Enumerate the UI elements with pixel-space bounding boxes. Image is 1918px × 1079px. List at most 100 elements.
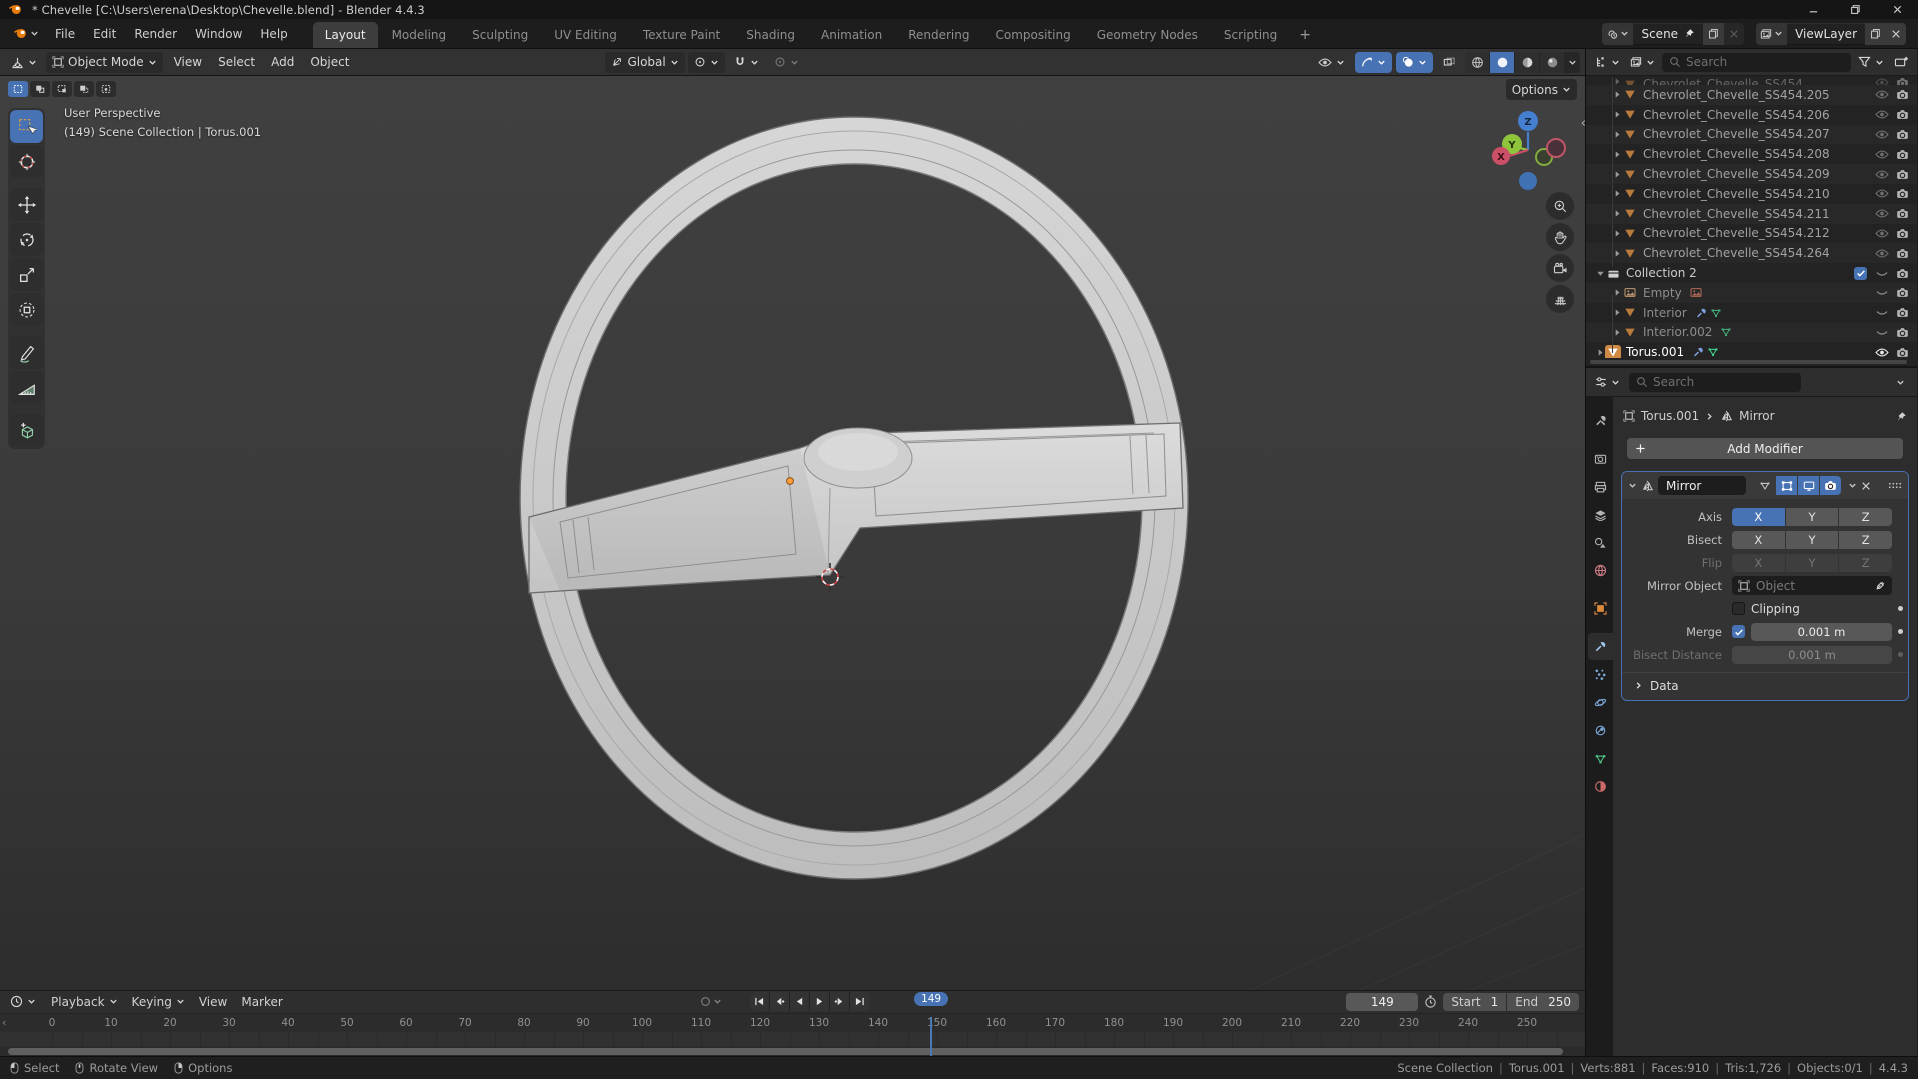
- outliner-row[interactable]: Chevrolet_Chevelle_SS454.210: [1586, 184, 1917, 204]
- navigation-gizmo[interactable]: Z Y X: [1489, 106, 1575, 198]
- shading-wireframe-button[interactable]: [1465, 51, 1489, 73]
- outliner-item-label[interactable]: Chevrolet_Chevelle_SS454.207: [1643, 127, 1830, 141]
- jump-end-button[interactable]: [850, 992, 869, 1012]
- outliner-item-label[interactable]: Chevrolet_Chevelle_SS454.264: [1643, 246, 1830, 260]
- camera-visibility-icon[interactable]: [1896, 268, 1909, 279]
- disclosure-right-icon[interactable]: [1613, 110, 1622, 119]
- outliner-item-label[interactable]: Chevrolet_Chevelle_SS454.211: [1643, 207, 1830, 221]
- outliner-row[interactable]: Empty: [1586, 283, 1917, 303]
- eye-dim-icon[interactable]: [1874, 149, 1889, 160]
- flip-z-button[interactable]: Z: [1839, 553, 1893, 572]
- timeline-collapse-arrow[interactable]: ‹: [2, 1016, 6, 1029]
- modifier-name-field[interactable]: Mirror: [1658, 476, 1746, 495]
- outliner-search-input[interactable]: Search: [1662, 52, 1851, 72]
- blender-app-menu[interactable]: [6, 22, 46, 46]
- axis-x-button[interactable]: X: [1732, 507, 1785, 526]
- properties-tab-physics[interactable]: [1588, 689, 1613, 716]
- minimize-button[interactable]: [1792, 0, 1834, 19]
- prev-keyframe-button[interactable]: [770, 992, 789, 1012]
- tab-uv-editing[interactable]: UV Editing: [542, 22, 629, 48]
- outliner-scrollbar[interactable]: [1590, 360, 1907, 364]
- viewlayer-new-button[interactable]: [1865, 22, 1886, 45]
- snap-toggle[interactable]: [728, 52, 765, 73]
- outliner-row[interactable]: Chevrolet_Chevelle_SS454.212: [1586, 224, 1917, 244]
- flip-x-button[interactable]: X: [1732, 553, 1785, 572]
- properties-tab-material[interactable]: [1588, 773, 1613, 800]
- camera-visibility-icon[interactable]: [1896, 89, 1909, 100]
- modifier-toggle-edit-mode[interactable]: [1776, 476, 1797, 495]
- modifier-toggle-realtime[interactable]: [1798, 476, 1819, 495]
- end-frame-field[interactable]: End 250: [1507, 992, 1579, 1011]
- camera-visibility-icon[interactable]: [1896, 109, 1909, 120]
- eye-closed-icon[interactable]: [1875, 327, 1889, 338]
- select-mode-3-button[interactable]: [52, 81, 72, 97]
- viewport-canvas[interactable]: User Perspective (149) Scene Collection …: [0, 76, 1585, 990]
- play-button[interactable]: [810, 992, 829, 1012]
- tool-move-button[interactable]: [10, 188, 43, 221]
- tool-measure-button[interactable]: [10, 371, 43, 404]
- outliner-row[interactable]: Chevrolet_Chevelle_SS454.209: [1586, 164, 1917, 184]
- outliner-row[interactable]: Interior.002: [1586, 323, 1917, 343]
- current-frame-field[interactable]: 149: [1346, 992, 1419, 1011]
- breadcrumb-modifier[interactable]: Mirror: [1739, 409, 1774, 423]
- camera-visibility-icon[interactable]: [1896, 228, 1909, 239]
- outliner-row[interactable]: Chevrolet_Chevelle_SS454.264: [1586, 243, 1917, 263]
- disclosure-right-icon[interactable]: [1613, 308, 1622, 317]
- eye-dim-icon[interactable]: [1874, 129, 1889, 140]
- disclosure-right-icon[interactable]: [1613, 328, 1622, 337]
- scene-unlink-button[interactable]: [1724, 22, 1745, 45]
- tool-transform-button[interactable]: [10, 293, 43, 326]
- nav-pan-button[interactable]: [1546, 223, 1574, 251]
- outliner-row[interactable]: Chevrolet_Chevelle_SS454.205: [1586, 85, 1917, 105]
- collection-exclude-checkbox[interactable]: [1854, 266, 1867, 280]
- outliner-item-label[interactable]: Chevrolet_Chevelle_SS454.209: [1643, 167, 1830, 181]
- shading-rendered-button[interactable]: [1540, 51, 1564, 73]
- playhead-frame-badge[interactable]: 149: [914, 992, 949, 1006]
- merge-threshold-field[interactable]: 0.001 m: [1751, 622, 1892, 641]
- nav-zoom-button[interactable]: [1546, 192, 1574, 220]
- outliner-item-label[interactable]: Chevrolet_Chevelle_SS454.212: [1643, 226, 1830, 240]
- menu-file[interactable]: File: [46, 22, 84, 46]
- properties-tab-view-layer[interactable]: [1588, 501, 1613, 528]
- close-button[interactable]: [1876, 0, 1918, 19]
- axis-y-button[interactable]: Y: [1785, 507, 1839, 526]
- tab-texture-paint[interactable]: Texture Paint: [631, 22, 732, 48]
- options-dropdown[interactable]: Options: [1505, 79, 1577, 100]
- outliner-item-label[interactable]: Chevrolet_Chevelle_SS454.206: [1643, 108, 1830, 122]
- eye-dim-icon[interactable]: [1874, 188, 1889, 199]
- viewport-menu-object[interactable]: Object: [302, 52, 357, 73]
- mirror-object-field[interactable]: Object: [1732, 576, 1892, 595]
- animate-dot[interactable]: [1898, 652, 1903, 657]
- timeline-scrollbar-thumb[interactable]: [8, 1047, 1563, 1055]
- outliner-row[interactable]: Chevrolet_Chevelle_SS454.206: [1586, 105, 1917, 125]
- eye-dim-icon[interactable]: [1874, 169, 1889, 180]
- animate-dot[interactable]: [1898, 606, 1903, 611]
- restore-button[interactable]: [1834, 0, 1876, 19]
- disclosure-right-icon[interactable]: [1613, 150, 1622, 159]
- tab-animation[interactable]: Animation: [809, 22, 894, 48]
- tab-scripting[interactable]: Scripting: [1212, 22, 1289, 48]
- viewlayer-remove-button[interactable]: [1886, 22, 1906, 45]
- select-mode-1-button[interactable]: [8, 81, 28, 97]
- timeline-menu-view[interactable]: View: [192, 992, 234, 1012]
- camera-visibility-icon[interactable]: [1896, 169, 1909, 180]
- flip-y-button[interactable]: Y: [1785, 553, 1839, 572]
- auto-keying-toggle[interactable]: [700, 996, 722, 1007]
- stopwatch-icon[interactable]: [1424, 995, 1437, 1008]
- breadcrumb-object[interactable]: Torus.001: [1641, 409, 1699, 423]
- xray-toggle[interactable]: [1437, 52, 1461, 73]
- tab-compositing[interactable]: Compositing: [983, 22, 1082, 48]
- select-mode-5-button[interactable]: [96, 81, 116, 97]
- menu-render[interactable]: Render: [125, 22, 186, 46]
- outliner-item-label[interactable]: Chevrolet_Chevelle_SS454.208: [1643, 147, 1830, 161]
- tab-shading[interactable]: Shading: [734, 22, 807, 48]
- timeline-editor-type-button[interactable]: [4, 991, 42, 1012]
- tab-rendering[interactable]: Rendering: [896, 22, 981, 48]
- tool-scale-button[interactable]: [10, 258, 43, 291]
- eye-dim-icon[interactable]: [1874, 228, 1889, 239]
- mode-dropdown[interactable]: Object Mode: [46, 51, 163, 73]
- scene-new-button[interactable]: [1703, 22, 1725, 45]
- tab-geometry-nodes[interactable]: Geometry Nodes: [1085, 22, 1210, 48]
- sidebar-collapse-arrow[interactable]: ‹: [1581, 116, 1585, 131]
- outliner-item-label[interactable]: Chevrolet_Chevelle_SS454: [1643, 77, 1803, 85]
